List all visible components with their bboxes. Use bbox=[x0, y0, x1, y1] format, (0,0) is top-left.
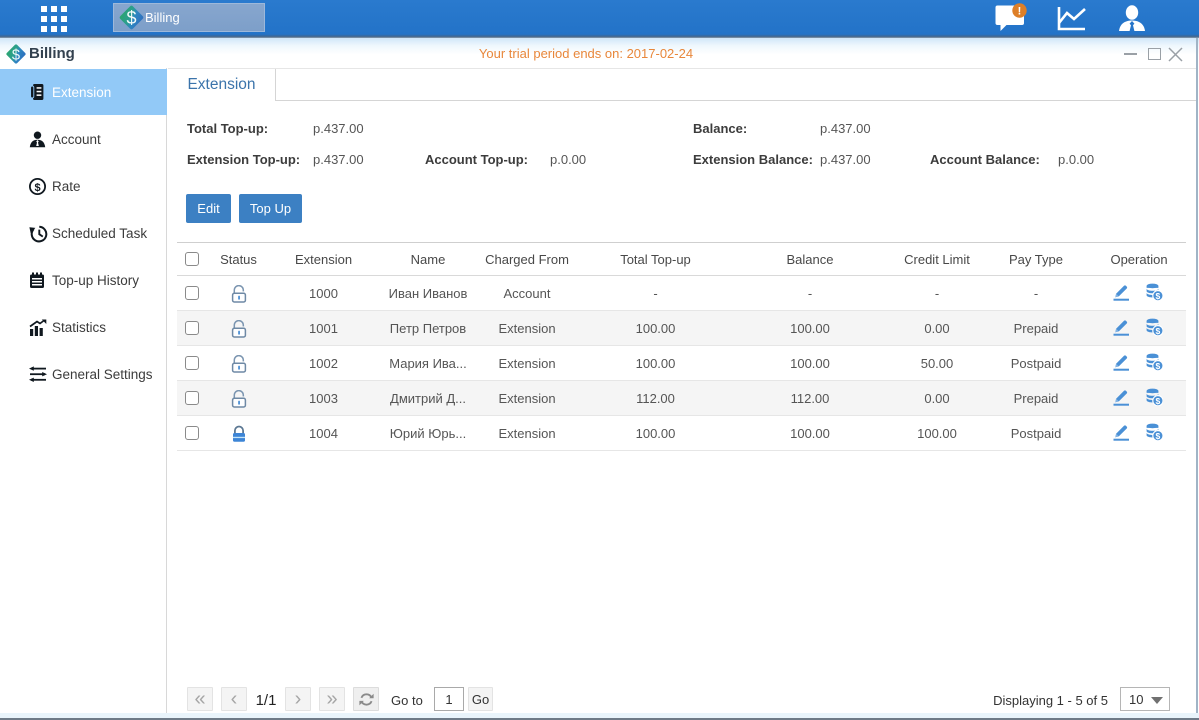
svg-text:$: $ bbox=[1156, 396, 1161, 406]
svg-text:$: $ bbox=[1156, 431, 1161, 441]
svg-text:$: $ bbox=[1156, 291, 1161, 301]
svg-text:$: $ bbox=[126, 8, 136, 28]
svg-text:$: $ bbox=[1156, 361, 1161, 371]
svg-text:!: ! bbox=[1018, 6, 1022, 18]
svg-text:$: $ bbox=[1156, 326, 1161, 336]
svg-text:$: $ bbox=[34, 182, 40, 194]
